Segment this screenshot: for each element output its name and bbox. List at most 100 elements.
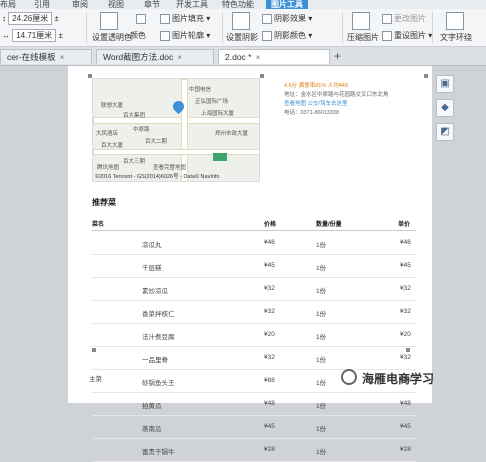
close-icon[interactable]: × [177,52,182,62]
header-price: 价格 [264,222,277,228]
header-unit-price: 单价 [398,222,411,228]
dish-unit-price: ¥28 [400,446,411,453]
dish-name: 香菜拌核仁 [142,311,175,318]
outline-icon [160,30,170,41]
dish-unit-price: ¥45 [400,423,411,430]
crop-icon[interactable]: ◩ [436,123,454,141]
picture-outline-label: 图片轮廓 [172,31,204,40]
map-label: 腾讯地图 [97,165,120,171]
compress-picture-label[interactable]: 压缩图片 [347,31,379,45]
map-marker-icon [213,153,227,161]
map-label: 大凤酒店 [96,131,119,137]
dish-name: 富贵干锅牛 [142,449,175,456]
map-label: 正弘国际广场 [195,99,229,105]
table-row: 拍黄瓜 ¥48 1份 ¥48 [92,392,416,416]
ribbon-tab[interactable]: 图片工具 [266,0,308,9]
shadow-color-button[interactable]: 阴影颜色 ▾ [262,29,312,43]
ribbon-tab[interactable]: 特色功能 [222,0,254,9]
set-transparent-button[interactable] [100,12,120,30]
header-name: 菜名 [92,222,105,228]
table-row: 香菜拌核仁 ¥32 1份 ¥32 [92,300,416,324]
dish-unit-price: ¥32 [400,354,411,361]
map-road [93,149,259,155]
map-image[interactable]: 中国电信 联想大厦 百大集团 大凤酒店 中原路 百大二期 上海国际大厦 正弘国际广场 郑州市政大… [92,78,260,182]
table-row: 蒸南瓜 ¥45 1份 ¥45 [92,415,416,439]
rating-text: 4.6分 满意率81% 人均¥49 [284,83,348,89]
resize-handle[interactable] [92,348,96,352]
shadow-effect-button[interactable]: 阴影效果 ▾ [262,12,312,26]
change-picture-button[interactable]: 更改图片 [382,12,426,26]
ribbon-tab[interactable]: 布局 [0,0,16,9]
map-label: 中原路 [133,127,150,133]
restaurant-info: 4.6分 满意率81% 人均¥49 地址：金水区中原路与花园路交叉口东北角 查看… [284,82,424,118]
change-picture-icon [382,13,392,24]
table-header: 菜名 价格 数量/份量 单价 [92,216,416,231]
ribbon-tab[interactable]: 引用 [34,0,50,9]
resize-handle[interactable] [406,348,410,352]
compress-picture-button[interactable] [352,12,372,30]
picture-outline-button[interactable]: 图片轮廓 ▾ [160,29,210,43]
dish-name: 千层糕 [142,265,162,272]
ribbon-tab[interactable]: 视图 [108,0,124,9]
map-label: 中国电信 [189,87,212,93]
dish-name: 凉瓜丸 [142,242,162,249]
reset-picture-label: 重设图片 [394,31,426,40]
set-transparent-label[interactable]: 设置透明色 [92,31,132,45]
table-row: 一品里脊 ¥32 1份 ¥32 [92,346,416,370]
width-input[interactable]: 14.71厘米 [12,29,57,42]
dish-price: ¥45 [264,262,275,269]
reset-picture-button[interactable]: 重设图片 ▾ [382,29,432,43]
picture-fill-button[interactable]: 图片填充 ▾ [160,12,210,26]
text-wrap-button[interactable] [446,12,466,30]
new-tab-icon[interactable]: + [334,49,341,63]
map-label: 查看完整地图 [153,165,187,171]
ribbon-tab[interactable]: 开发工具 [176,0,208,9]
reset-picture-icon [382,30,392,41]
dish-name: 一品里脊 [142,357,168,364]
picture-icon[interactable]: ◆ [436,99,454,117]
dish-price: ¥46 [264,239,275,246]
map-label: 百大大厦 [101,143,124,149]
resize-handle[interactable] [260,74,264,78]
ribbon-tab-bar: 布局 引用 审阅 视图 章节 开发工具 特色功能 图片工具 [0,0,486,9]
map-label: 百大集团 [123,113,146,119]
close-icon[interactable]: × [60,52,65,62]
shadow-icon [232,12,250,30]
ribbon-divider [86,12,87,43]
dish-qty: 1份 [316,357,327,364]
document-tab[interactable]: 2.doc * × [218,49,330,64]
map-road [93,117,259,124]
resize-handle[interactable] [424,74,428,78]
layout-icon[interactable]: ▣ [436,75,454,93]
dish-name: 素炒凉瓜 [142,288,168,295]
shadow-effect-icon [262,13,272,24]
dish-qty: 1份 [316,265,327,272]
height-control[interactable]: ↕ 24.26厘米 ± [2,12,59,26]
set-shadow-label[interactable]: 设置阴影 [226,31,258,45]
close-icon[interactable]: × [255,52,260,62]
text-wrap-label[interactable]: 文字环绕 [440,31,472,45]
color-label[interactable]: 颜色 [130,29,146,43]
ribbon-tab[interactable]: 章节 [144,0,160,9]
watermark-text: 海雁电商学习 [362,372,435,386]
dish-price: ¥32 [264,354,275,361]
document-tab[interactable]: Word截图方法.doc × [96,49,214,64]
document-tab[interactable]: cer-在线模板 × [0,49,92,64]
dish-qty: 1份 [316,403,327,410]
height-input[interactable]: 24.26厘米 [8,12,53,25]
dish-qty: 1份 [316,380,327,387]
shadow-color-label: 阴影颜色 [274,31,306,40]
text-wrap-icon [446,12,464,30]
ribbon-tab[interactable]: 审阅 [72,0,88,9]
picture-tools-ribbon: ↕ 24.26厘米 ± ↔ 14.71厘米 ± 设置透明色 颜色 图片填充 ▾ … [0,9,486,47]
dish-price: ¥88 [264,377,275,384]
map-links[interactable]: 查看地图 公交/驾车去这里 [284,100,424,109]
transparent-icon [100,12,118,30]
dish-qty: 1份 [316,288,327,295]
dish-price: ¥28 [264,446,275,453]
map-label: 百大三期 [123,159,146,165]
width-control[interactable]: ↔ 14.71厘米 ± [2,29,63,43]
color-button[interactable] [136,12,148,26]
set-shadow-button[interactable] [232,12,252,30]
dish-unit-price: ¥32 [400,285,411,292]
